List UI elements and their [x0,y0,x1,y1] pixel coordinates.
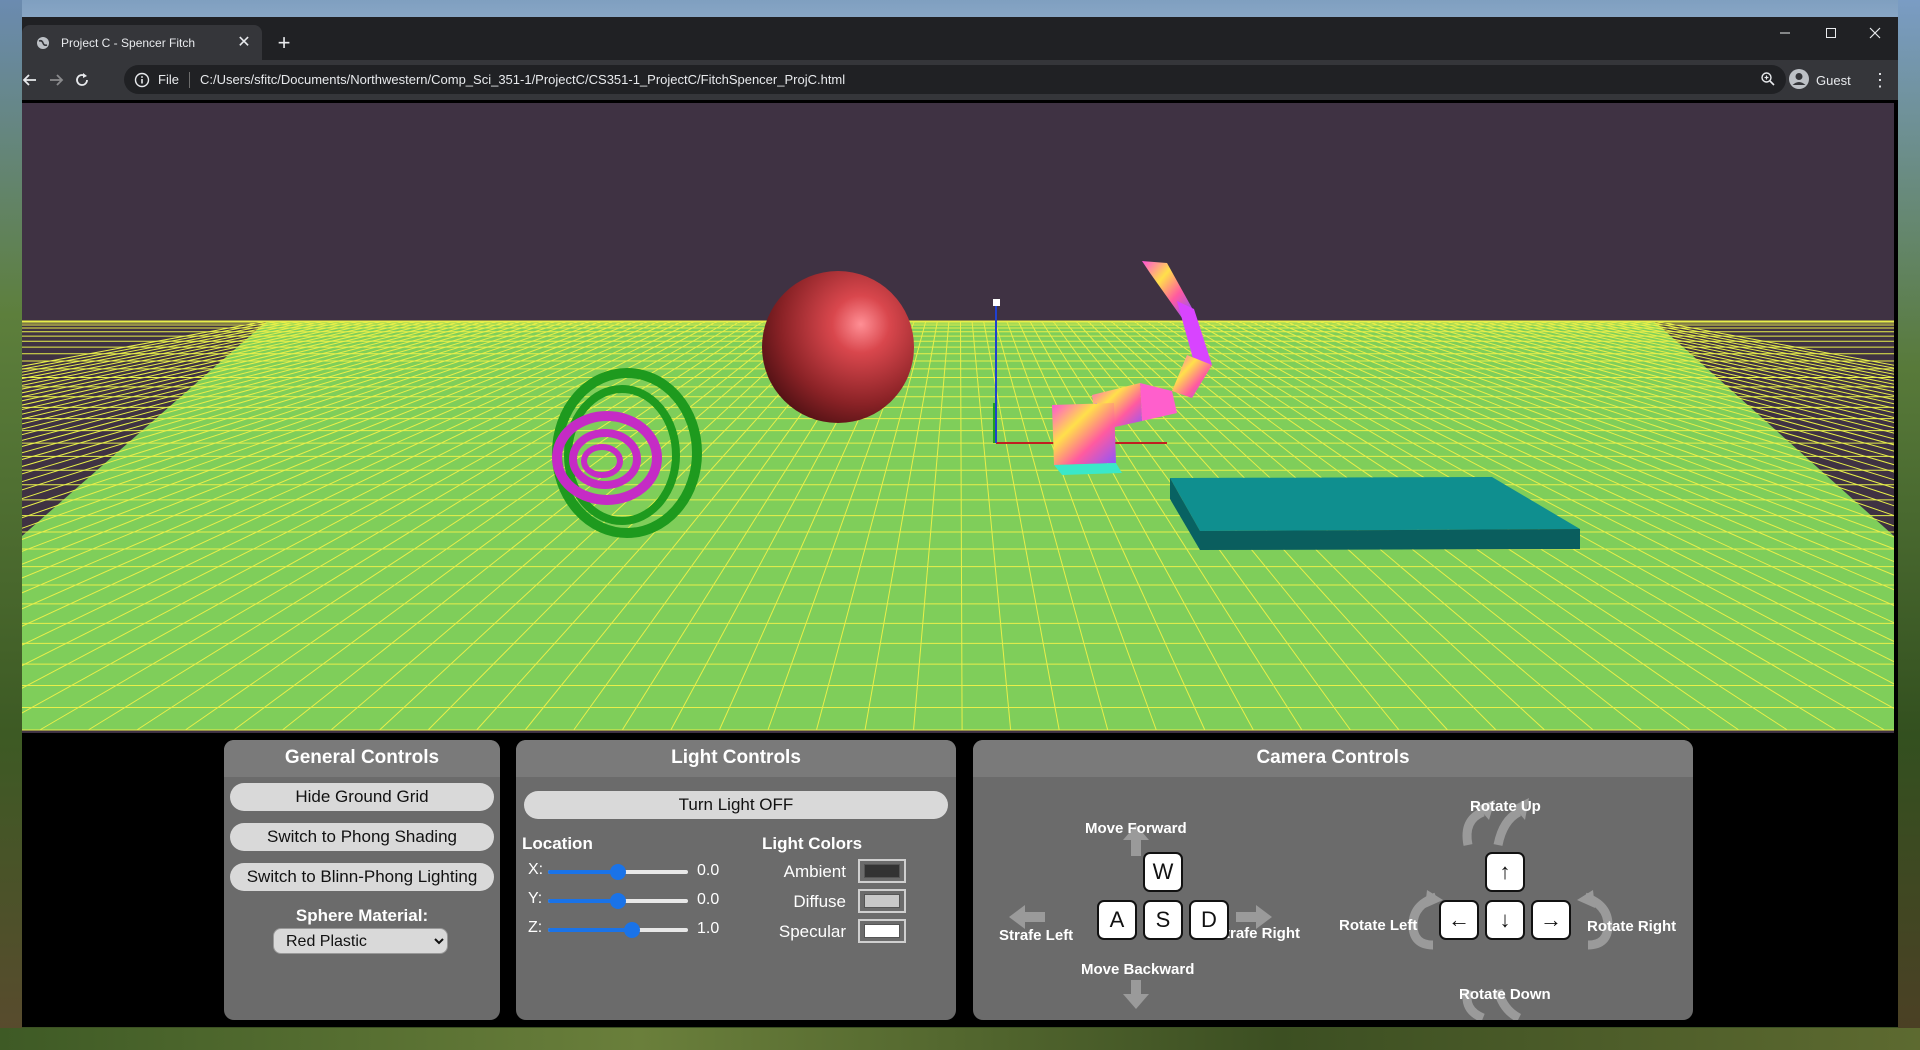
diffuse-label: Diffuse [793,892,846,911]
slider-thumb[interactable] [610,893,626,909]
light-x-slider[interactable] [548,864,688,880]
info-icon[interactable] [134,72,150,88]
tab-close-icon[interactable]: ✕ [234,33,254,53]
globe-icon [35,35,51,51]
slider-z-label: Z: [528,919,543,936]
maximize-icon[interactable] [1808,17,1854,49]
rotate-right-label: Rotate Right [1587,918,1677,935]
back-arrow-icon[interactable] [22,66,44,94]
general-controls-panel: General Controls Hide Ground Grid Switch… [224,740,500,1020]
strafe-left-label: Strafe Left [999,927,1074,944]
tab-title: Project C - Spencer Fitch [61,35,196,50]
key-arrow-up[interactable]: ↑ [1485,852,1525,892]
zoom-icon[interactable] [1760,71,1776,87]
ambient-label: Ambient [783,862,846,881]
general-controls-title: General Controls [224,740,500,777]
light-z-slider[interactable] [548,922,688,938]
ambient-color-picker[interactable] [858,859,906,883]
close-window-icon[interactable] [1852,17,1898,49]
ground-plane [22,321,1894,730]
light-controls-panel: Light Controls Turn Light OFF Location X… [516,740,956,1020]
forward-arrow-icon[interactable] [42,66,70,94]
hide-ground-grid-button[interactable]: Hide Ground Grid [230,783,494,811]
location-label: Location [522,834,593,853]
light-colors-label: Light Colors [762,834,863,853]
profile-avatar-icon [1788,68,1810,93]
specular-label: Specular [778,922,846,941]
desktop-wallpaper-bottom [0,1028,1920,1050]
specular-color-picker[interactable] [858,919,906,943]
rotate-up-arrow-icon [1462,807,1485,846]
rotate-left-label: Rotate Left [1339,917,1418,934]
sphere-material-label: Sphere Material: [295,906,429,925]
profile-button[interactable]: Guest [1788,66,1851,94]
desktop-wallpaper-left [0,0,22,1050]
red-sphere [762,271,914,423]
diffuse-color-picker[interactable] [858,889,906,913]
move-backward-label: Move Backward [1081,961,1195,978]
rotate-down-label: Rotate Down [1459,986,1551,1003]
toggle-light-button[interactable]: Turn Light OFF [524,791,948,819]
rotate-up-label: Rotate Up [1470,798,1541,815]
light-controls-title: Light Controls [516,740,956,777]
tab-bar: Project C - Spencer Fitch ✕ + [22,17,1898,60]
address-bar[interactable]: File C:/Users/sfitc/Documents/Northweste… [124,65,1786,94]
browser-window: Project C - Spencer Fitch ✕ + File C:/Us… [22,17,1898,1027]
desktop-wallpaper-right [1898,0,1920,1050]
backward-arrow-icon [1123,980,1149,1009]
key-arrow-left[interactable]: ← [1439,900,1479,940]
webgl-canvas[interactable] [22,103,1894,733]
minimize-icon[interactable] [1762,17,1808,49]
browser-toolbar: File C:/Users/sfitc/Documents/Northweste… [22,60,1898,100]
key-arrow-down[interactable]: ↓ [1485,900,1525,940]
new-tab-button[interactable]: + [270,30,298,58]
key-a[interactable]: A [1097,900,1137,940]
camera-arrows-art [1009,798,1613,1020]
slider-thumb[interactable] [610,864,626,880]
key-s[interactable]: S [1143,900,1183,940]
slider-thumb[interactable] [624,922,640,938]
slider-y-label: Y: [528,890,543,907]
menu-kebab-icon[interactable]: ⋮ [1870,66,1890,94]
key-w[interactable]: W [1143,852,1183,892]
key-d[interactable]: D [1189,900,1229,940]
camera-controls-panel: Camera Controls Move Forward Move Backwa… [973,740,1693,1020]
slider-x-label: X: [528,861,544,878]
switch-lighting-button[interactable]: Switch to Blinn-Phong Lighting [230,863,494,891]
strafe-left-arrow-icon [1009,905,1045,929]
key-arrow-right[interactable]: → [1531,900,1571,940]
sphere-material-select[interactable]: Red Plastic [273,928,448,954]
switch-shading-button[interactable]: Switch to Phong Shading [230,823,494,851]
browser-tab[interactable]: Project C - Spencer Fitch ✕ [22,25,262,60]
move-forward-label: Move Forward [1085,820,1187,837]
url-text[interactable]: C:/Users/sfitc/Documents/Northwestern/Co… [200,72,845,87]
scheme-label: File [158,72,179,87]
profile-label: Guest [1816,72,1851,88]
reload-icon[interactable] [68,66,96,94]
address-separator [188,71,190,88]
light-y-slider[interactable] [548,893,688,909]
page-viewport: General Controls Hide Ground Grid Switch… [22,100,1898,1027]
